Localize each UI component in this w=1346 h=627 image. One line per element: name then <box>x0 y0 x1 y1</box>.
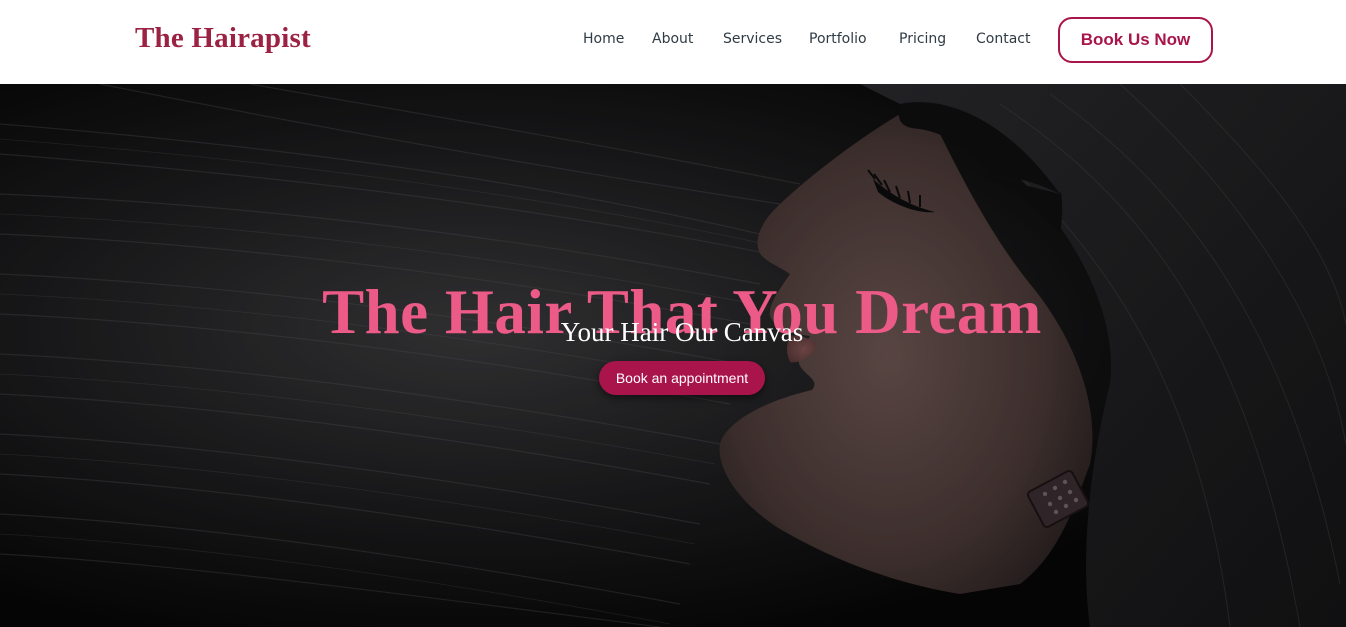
brand-logo[interactable]: The Hairapist <box>135 22 311 55</box>
book-us-now-button[interactable]: Book Us Now <box>1058 17 1213 63</box>
hero-section: The Hair That You Dream Your Hair Our Ca… <box>0 84 1346 627</box>
hero-background-image <box>0 84 1346 627</box>
nav-link-home[interactable]: Home <box>583 31 624 47</box>
nav-link-contact[interactable]: Contact <box>976 31 1030 47</box>
hero-subtitle: Your Hair Our Canvas <box>560 317 804 347</box>
nav-link-services[interactable]: Services <box>723 31 782 47</box>
book-appointment-button[interactable]: Book an appointment <box>599 361 765 395</box>
nav-link-about[interactable]: About <box>652 31 693 47</box>
nav-link-pricing[interactable]: Pricing <box>899 31 946 47</box>
site-header: The Hairapist Home About Services Portfo… <box>0 0 1346 84</box>
nav-link-portfolio[interactable]: Portfolio <box>809 31 867 47</box>
